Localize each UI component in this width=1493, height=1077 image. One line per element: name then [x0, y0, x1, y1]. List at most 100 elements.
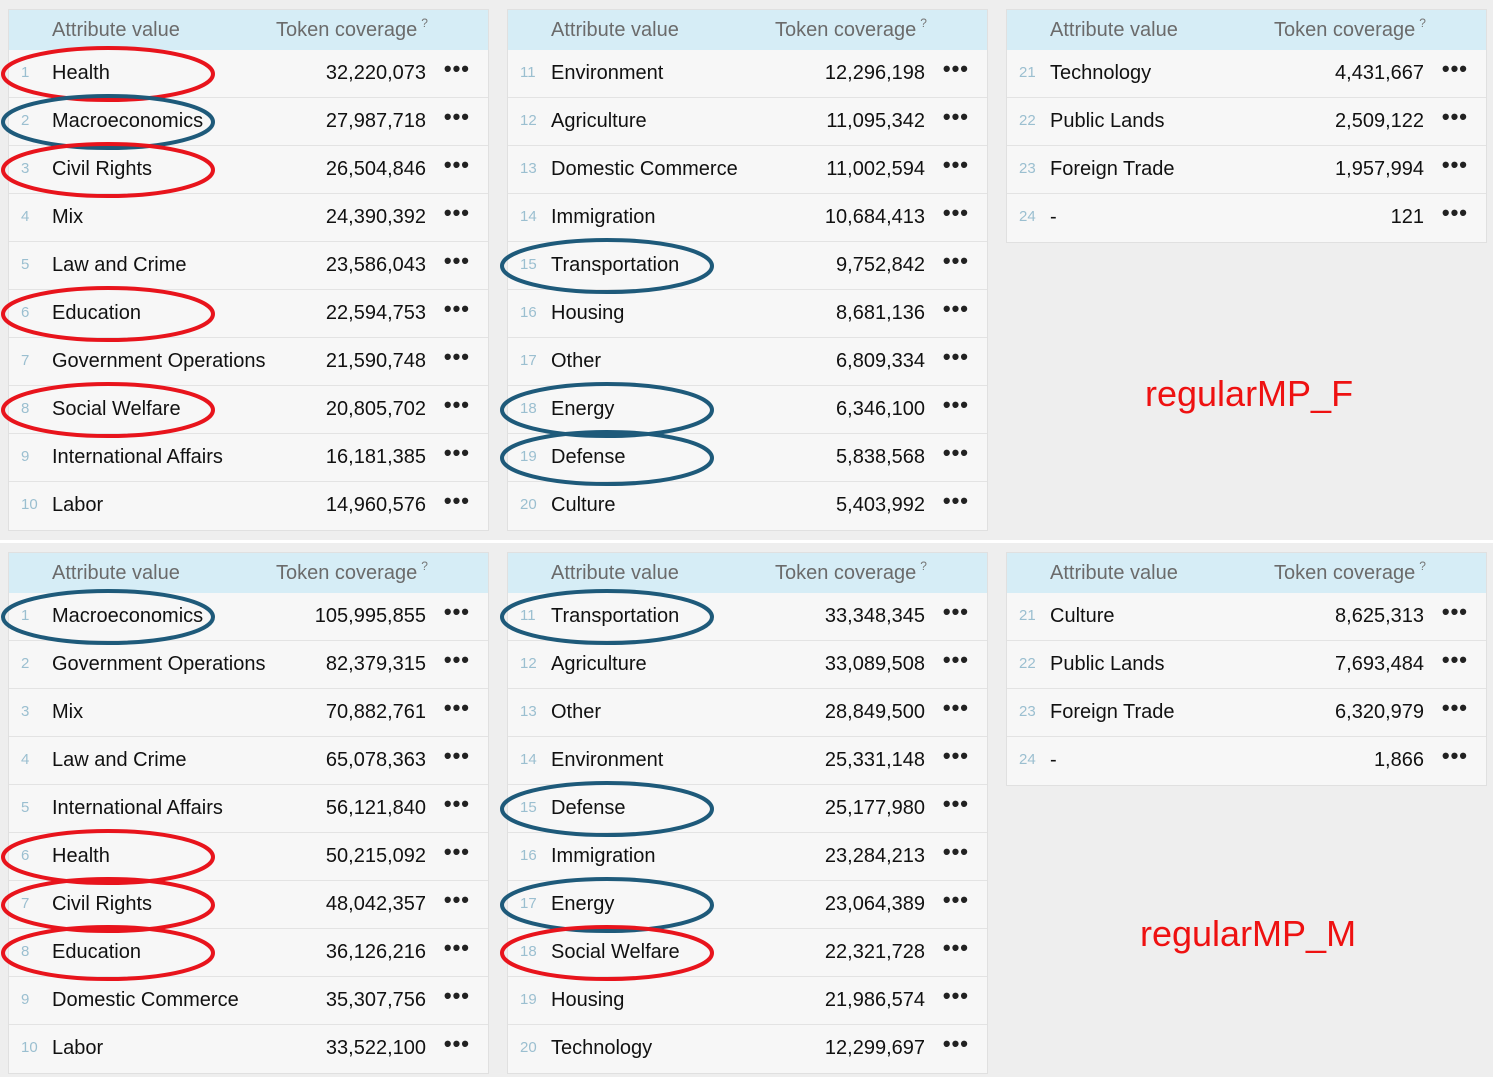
- more-options-icon[interactable]: •••: [943, 392, 969, 418]
- header-attribute-value[interactable]: Attribute value: [52, 19, 180, 42]
- more-options-icon[interactable]: •••: [444, 599, 470, 625]
- table-row[interactable]: 11 Transportation 33,348,345 •••: [508, 593, 987, 641]
- more-options-icon[interactable]: •••: [943, 647, 969, 673]
- header-token-coverage[interactable]: Token coverage?: [276, 16, 428, 42]
- table-row[interactable]: 8 Social Welfare 20,805,702 •••: [9, 386, 488, 434]
- more-options-icon[interactable]: •••: [943, 1031, 969, 1057]
- table-row[interactable]: 8 Education 36,126,216 •••: [9, 929, 488, 977]
- more-options-icon[interactable]: •••: [1442, 599, 1468, 625]
- table-row[interactable]: 2 Government Operations 82,379,315 •••: [9, 641, 488, 689]
- more-options-icon[interactable]: •••: [444, 887, 470, 913]
- table-row[interactable]: 1 Health 32,220,073 •••: [9, 50, 488, 98]
- help-icon[interactable]: ?: [421, 559, 428, 573]
- header-attribute-value[interactable]: Attribute value: [551, 562, 679, 585]
- more-options-icon[interactable]: •••: [444, 647, 470, 673]
- table-row[interactable]: 6 Health 50,215,092 •••: [9, 833, 488, 881]
- table-row[interactable]: 24- 121 •••: [1007, 194, 1486, 242]
- table-row[interactable]: 22 Public Lands 2,509,122 •••: [1007, 98, 1486, 146]
- more-options-icon[interactable]: •••: [444, 296, 470, 322]
- table-row[interactable]: 2 Macroeconomics 27,987,718 •••: [9, 98, 488, 146]
- table-row[interactable]: 16 Housing 8,681,136 •••: [508, 290, 987, 338]
- header-attribute-value[interactable]: Attribute value: [1050, 562, 1178, 585]
- more-options-icon[interactable]: •••: [943, 599, 969, 625]
- more-options-icon[interactable]: •••: [943, 200, 969, 226]
- more-options-icon[interactable]: •••: [444, 344, 470, 370]
- more-options-icon[interactable]: •••: [943, 488, 969, 514]
- help-icon[interactable]: ?: [1419, 16, 1426, 30]
- more-options-icon[interactable]: •••: [1442, 647, 1468, 673]
- table-row[interactable]: 15 Transportation 9,752,842 •••: [508, 242, 987, 290]
- more-options-icon[interactable]: •••: [444, 488, 470, 514]
- header-token-coverage[interactable]: Token coverage?: [1274, 16, 1426, 42]
- more-options-icon[interactable]: •••: [943, 839, 969, 865]
- more-options-icon[interactable]: •••: [444, 743, 470, 769]
- more-options-icon[interactable]: •••: [943, 104, 969, 130]
- more-options-icon[interactable]: •••: [444, 440, 470, 466]
- table-row[interactable]: 22 Public Lands 7,693,484 •••: [1007, 641, 1486, 689]
- header-attribute-value[interactable]: Attribute value: [1050, 19, 1178, 42]
- table-row[interactable]: 13 Domestic Commerce 11,002,594 •••: [508, 146, 987, 194]
- more-options-icon[interactable]: •••: [943, 743, 969, 769]
- header-token-coverage[interactable]: Token coverage?: [276, 559, 428, 585]
- more-options-icon[interactable]: •••: [444, 1031, 470, 1057]
- table-row[interactable]: 17 Other 6,809,334 •••: [508, 338, 987, 386]
- more-options-icon[interactable]: •••: [1442, 152, 1468, 178]
- more-options-icon[interactable]: •••: [1442, 695, 1468, 721]
- table-row[interactable]: 19 Defense 5,838,568 •••: [508, 434, 987, 482]
- table-row[interactable]: 23 Foreign Trade 1,957,994 •••: [1007, 146, 1486, 194]
- table-row[interactable]: 12 Agriculture 11,095,342 •••: [508, 98, 987, 146]
- header-token-coverage[interactable]: Token coverage?: [1274, 559, 1426, 585]
- more-options-icon[interactable]: •••: [943, 887, 969, 913]
- help-icon[interactable]: ?: [421, 16, 428, 30]
- table-row[interactable]: 4 Mix 24,390,392 •••: [9, 194, 488, 242]
- table-row[interactable]: 14 Environment 25,331,148 •••: [508, 737, 987, 785]
- table-row[interactable]: 5 Law and Crime 23,586,043 •••: [9, 242, 488, 290]
- more-options-icon[interactable]: •••: [943, 791, 969, 817]
- table-row[interactable]: 23 Foreign Trade 6,320,979 •••: [1007, 689, 1486, 737]
- table-row[interactable]: 18 Energy 6,346,100 •••: [508, 386, 987, 434]
- header-token-coverage[interactable]: Token coverage?: [775, 16, 927, 42]
- table-row[interactable]: 7 Civil Rights 48,042,357 •••: [9, 881, 488, 929]
- table-row[interactable]: 7 Government Operations 21,590,748 •••: [9, 338, 488, 386]
- table-row[interactable]: 5 International Affairs 56,121,840 •••: [9, 785, 488, 833]
- table-row[interactable]: 17 Energy 23,064,389 •••: [508, 881, 987, 929]
- table-row[interactable]: 14 Immigration 10,684,413 •••: [508, 194, 987, 242]
- table-row[interactable]: 15 Defense 25,177,980 •••: [508, 785, 987, 833]
- table-row[interactable]: 20 Technology 12,299,697 •••: [508, 1025, 987, 1073]
- more-options-icon[interactable]: •••: [444, 791, 470, 817]
- table-row[interactable]: 12 Agriculture 33,089,508 •••: [508, 641, 987, 689]
- help-icon[interactable]: ?: [1419, 559, 1426, 573]
- help-icon[interactable]: ?: [920, 16, 927, 30]
- header-attribute-value[interactable]: Attribute value: [52, 562, 180, 585]
- more-options-icon[interactable]: •••: [444, 56, 470, 82]
- table-row[interactable]: 10 Labor 14,960,576 •••: [9, 482, 488, 530]
- more-options-icon[interactable]: •••: [1442, 104, 1468, 130]
- more-options-icon[interactable]: •••: [444, 248, 470, 274]
- more-options-icon[interactable]: •••: [444, 695, 470, 721]
- table-row[interactable]: 9 Domestic Commerce 35,307,756 •••: [9, 977, 488, 1025]
- more-options-icon[interactable]: •••: [943, 983, 969, 1009]
- more-options-icon[interactable]: •••: [1442, 743, 1468, 769]
- more-options-icon[interactable]: •••: [444, 200, 470, 226]
- table-row[interactable]: 9 International Affairs 16,181,385 •••: [9, 434, 488, 482]
- table-row[interactable]: 10 Labor 33,522,100 •••: [9, 1025, 488, 1073]
- table-row[interactable]: 1 Macroeconomics 105,995,855 •••: [9, 593, 488, 641]
- table-row[interactable]: 3 Civil Rights 26,504,846 •••: [9, 146, 488, 194]
- table-row[interactable]: 11 Environment 12,296,198 •••: [508, 50, 987, 98]
- header-token-coverage[interactable]: Token coverage?: [775, 559, 927, 585]
- table-row[interactable]: 21 Technology 4,431,667 •••: [1007, 50, 1486, 98]
- help-icon[interactable]: ?: [920, 559, 927, 573]
- table-row[interactable]: 4 Law and Crime 65,078,363 •••: [9, 737, 488, 785]
- more-options-icon[interactable]: •••: [943, 152, 969, 178]
- header-attribute-value[interactable]: Attribute value: [551, 19, 679, 42]
- more-options-icon[interactable]: •••: [1442, 56, 1468, 82]
- more-options-icon[interactable]: •••: [943, 440, 969, 466]
- table-row[interactable]: 16 Immigration 23,284,213 •••: [508, 833, 987, 881]
- table-row[interactable]: 18 Social Welfare 22,321,728 •••: [508, 929, 987, 977]
- more-options-icon[interactable]: •••: [444, 152, 470, 178]
- more-options-icon[interactable]: •••: [943, 695, 969, 721]
- more-options-icon[interactable]: •••: [943, 296, 969, 322]
- more-options-icon[interactable]: •••: [444, 935, 470, 961]
- table-row[interactable]: 19 Housing 21,986,574 •••: [508, 977, 987, 1025]
- table-row[interactable]: 6 Education 22,594,753 •••: [9, 290, 488, 338]
